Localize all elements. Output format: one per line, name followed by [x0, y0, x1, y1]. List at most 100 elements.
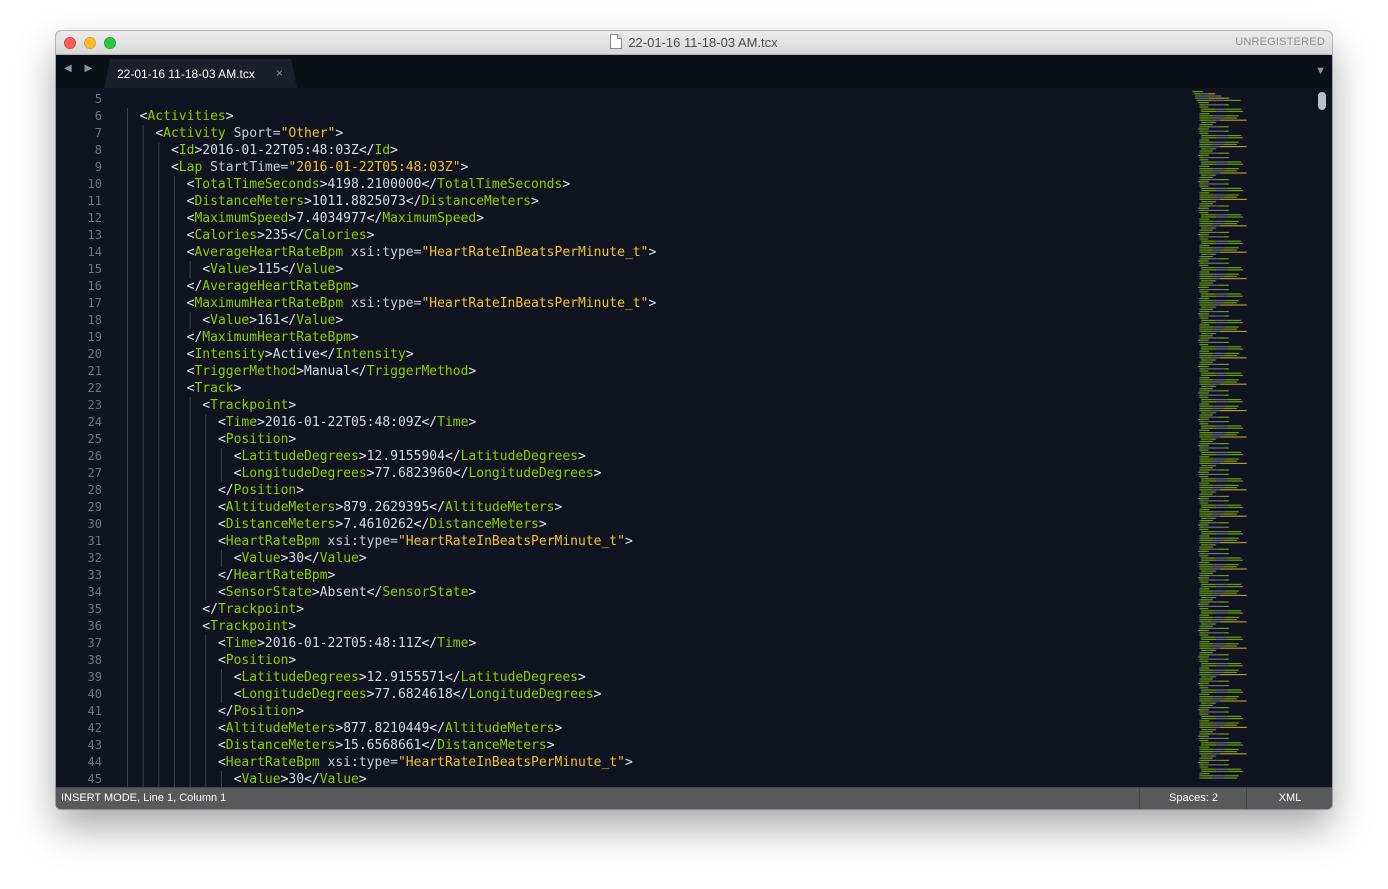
- indentation-setting[interactable]: Spaces: 2: [1139, 788, 1247, 809]
- close-window-button[interactable]: [64, 37, 76, 49]
- line-number: 6: [94, 109, 102, 123]
- minimap-token: [1228, 97, 1230, 99]
- scrollbar-thumb[interactable]: [1318, 92, 1326, 110]
- code-area[interactable]: <Activities> <Activity Sport="Other"> <Id>…: [116, 88, 1226, 788]
- syntax-selector[interactable]: XML: [1246, 788, 1332, 809]
- minimap-token: [1200, 216, 1202, 218]
- minimap-token: [1196, 95, 1198, 97]
- minimap-token: [1240, 478, 1242, 480]
- minimap-token: [1201, 636, 1216, 638]
- minimap-token: [1212, 176, 1213, 178]
- minimap-token: [1207, 132, 1209, 134]
- minimap-token: [1216, 454, 1217, 456]
- minimap-token: [1200, 148, 1202, 150]
- minimap-token: [1200, 141, 1213, 143]
- minimap-token: [1215, 293, 1217, 295]
- minimap-token: [1228, 416, 1230, 418]
- minimap-token: [1198, 392, 1199, 394]
- minimap-token: [1211, 304, 1221, 306]
- code-punctuation: </: [452, 687, 469, 702]
- minimap-token: [1201, 322, 1217, 324]
- minimap-token: [1216, 451, 1226, 453]
- line-number: 24: [87, 415, 102, 429]
- minimap-token: [1208, 280, 1211, 282]
- code-punctuation: >: [624, 755, 633, 770]
- minimap-token: [1199, 278, 1201, 280]
- minimap-token: [1199, 223, 1201, 225]
- minimap-token: [1207, 333, 1209, 335]
- minimap-token: [1203, 658, 1205, 660]
- minimap-token: [1199, 674, 1201, 676]
- minimap-token: [1199, 467, 1202, 469]
- minimap-token: [1221, 724, 1224, 726]
- minimap-token: [1216, 469, 1219, 471]
- minimap-token: [1212, 388, 1213, 390]
- minimap-token: [1222, 394, 1225, 396]
- minimap-token: [1201, 625, 1212, 627]
- vertical-scrollbar[interactable]: [1314, 88, 1332, 788]
- minimap-token: [1200, 689, 1202, 691]
- minimap-token: [1203, 500, 1205, 502]
- minimap-token: [1204, 764, 1223, 766]
- line-number: 45: [87, 772, 102, 786]
- minimap-token: [1199, 315, 1201, 317]
- code-line: <AltitudeMeters>877.8210449</AltitudeMet…: [218, 720, 562, 737]
- minimap-token: [1223, 564, 1226, 566]
- code-line: <DistanceMeters>1011.8825073</DistanceMe…: [187, 193, 539, 210]
- minimap-token: [1223, 220, 1226, 222]
- minimap-token: [1227, 269, 1243, 271]
- tab-active-file[interactable]: 22-01-16 11-18-03 AM.tcx ×: [104, 59, 297, 88]
- minimap-token: [1207, 121, 1209, 123]
- minimap-token: [1204, 605, 1223, 607]
- minimap-token: [1201, 388, 1212, 390]
- minimap-token: [1225, 669, 1239, 671]
- minimap-token: [1210, 601, 1212, 603]
- tab-dropdown-icon[interactable]: ▼: [1315, 65, 1326, 77]
- code-text: 1011.8825073: [311, 194, 406, 209]
- minimap-token: [1240, 504, 1242, 506]
- code-punctuation: >: [358, 670, 367, 685]
- minimap-token: [1240, 742, 1242, 744]
- minimap-token: [1225, 504, 1227, 506]
- minimap-token: [1201, 561, 1209, 563]
- minimap-token: [1223, 698, 1237, 700]
- minimap-token: [1222, 579, 1225, 581]
- minimap-token: [1204, 579, 1223, 581]
- minimap-token: [1213, 487, 1222, 489]
- minimap-token: [1210, 755, 1216, 757]
- minimize-window-button[interactable]: [84, 37, 96, 49]
- code-tag-name: Time: [225, 415, 258, 430]
- minimap-token: [1207, 762, 1209, 764]
- zoom-window-button[interactable]: [104, 37, 116, 49]
- minimap-token: [1201, 583, 1216, 585]
- minimap-token: [1199, 537, 1201, 539]
- minimap-token: [1236, 460, 1238, 462]
- minimap-token: [1218, 575, 1229, 577]
- minimap-token: [1211, 172, 1221, 174]
- minimap-token: [1200, 190, 1202, 192]
- minimap-token: [1200, 658, 1204, 660]
- minimap-token: [1200, 315, 1204, 317]
- minimap[interactable]: [1189, 88, 1314, 788]
- minimap-token: [1226, 319, 1241, 321]
- minimap-token: [1200, 555, 1208, 557]
- minimap-token: [1218, 443, 1229, 445]
- code-line: </MaximumHeartRateBpm>: [187, 329, 359, 346]
- code-tag-name: Trackpoint: [210, 619, 289, 634]
- minimap-token: [1216, 522, 1219, 524]
- code-editor[interactable]: 5 6 7 8 9 10 11 12 13 14 15 16 17 18 19 20 21 22 23 24 25 26 2…: [56, 88, 1332, 788]
- tab-navigation-arrows-icon[interactable]: ◀ ▶: [64, 63, 97, 74]
- minimap-token: [1212, 229, 1213, 231]
- code-punctuation: >: [296, 704, 305, 719]
- minimap-token: [1204, 315, 1223, 317]
- code-punctuation: >: [249, 262, 258, 277]
- minimap-token: [1199, 495, 1201, 497]
- minimap-token: [1199, 119, 1201, 121]
- minimap-token: [1199, 590, 1201, 592]
- minimap-token: [1206, 702, 1208, 704]
- minimap-token: [1216, 533, 1217, 535]
- minimap-token: [1221, 513, 1224, 515]
- minimap-token: [1224, 341, 1229, 343]
- tab-close-icon[interactable]: ×: [276, 66, 283, 80]
- minimap-token: [1228, 685, 1230, 687]
